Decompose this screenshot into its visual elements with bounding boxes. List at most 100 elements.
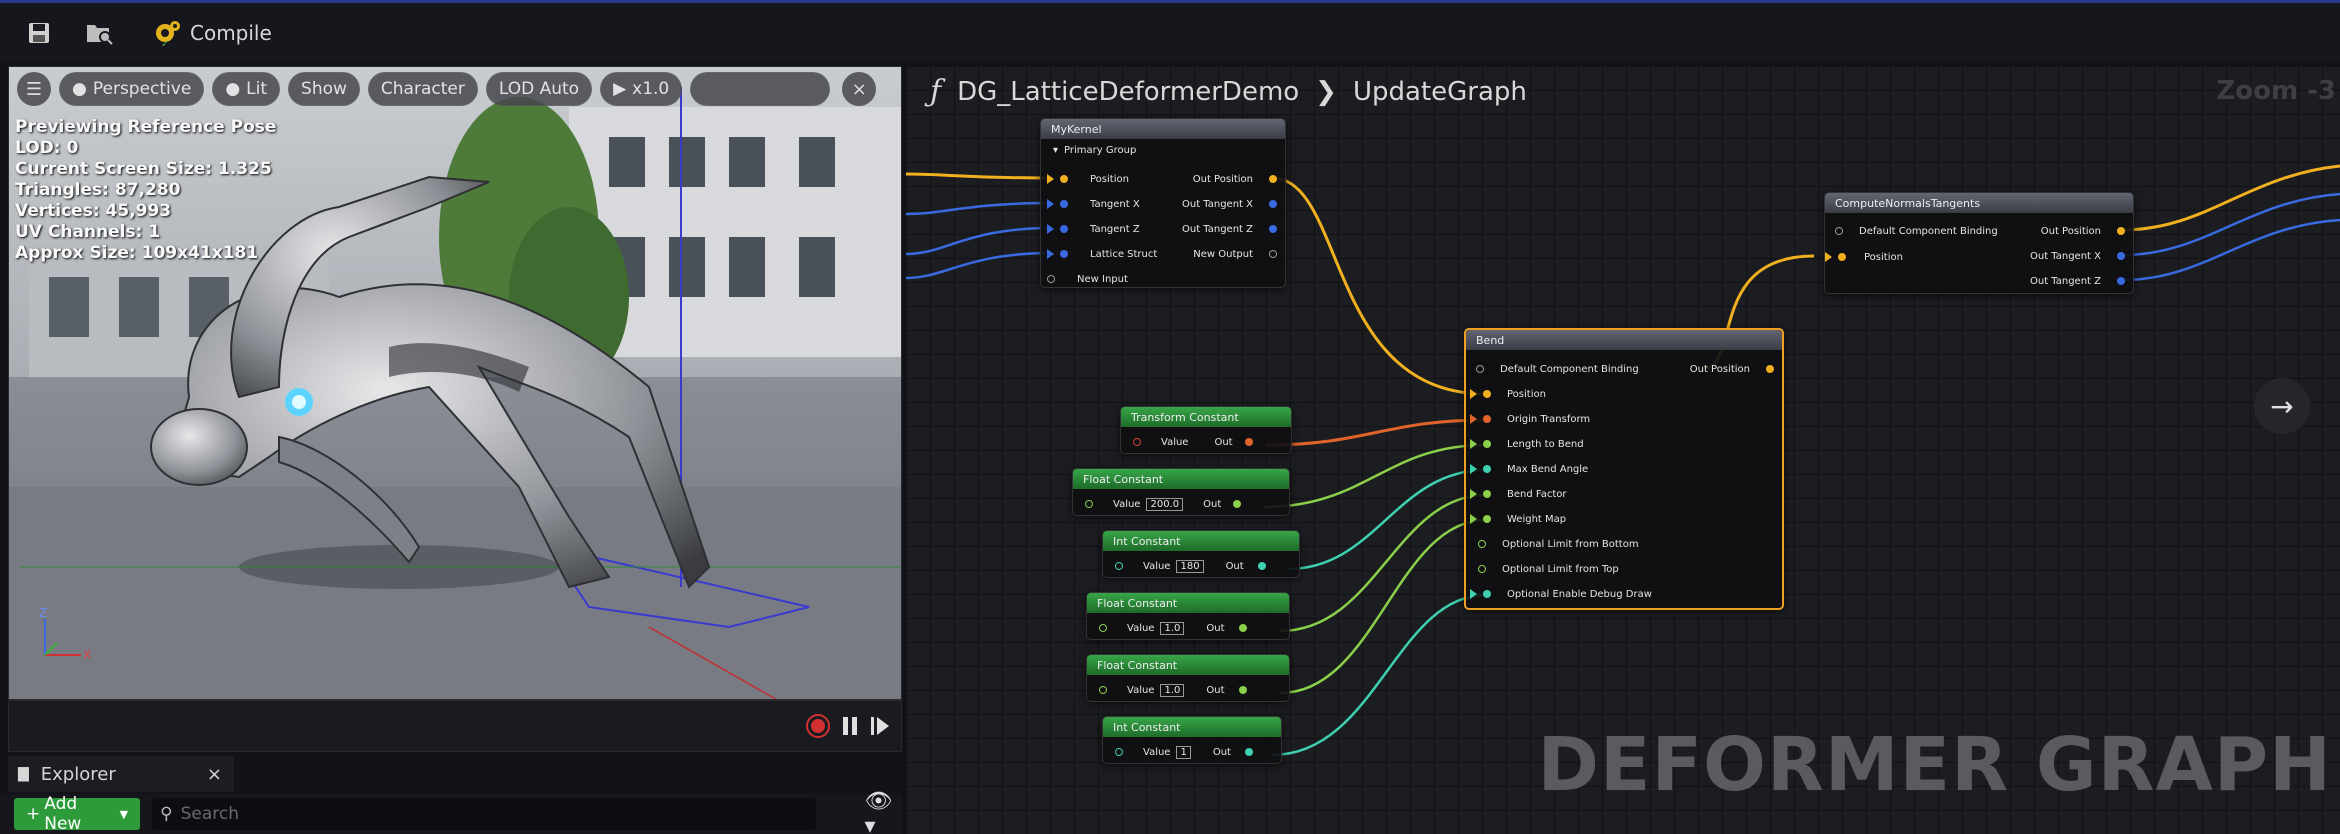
pin-label: Out Tangent Z — [1181, 223, 1253, 235]
input-pin-row[interactable]: Tangent Z — [1047, 222, 1140, 236]
viewport-close-button[interactable]: × — [842, 72, 877, 106]
mykernel-node[interactable]: MyKernel ▾ Primary Group Position Tangen… — [1040, 118, 1286, 288]
input-pin-row[interactable]: New Input — [1047, 272, 1128, 286]
breadcrumb-root[interactable]: DG_LatticeDeformerDemo — [957, 77, 1299, 107]
compile-button[interactable]: ✓ Compile — [142, 14, 282, 52]
int-constant-node[interactable]: Int Constant Value 1 Out — [1102, 716, 1282, 764]
close-icon[interactable]: × — [207, 764, 222, 785]
int-constant-node[interactable]: Int Constant Value 180 Out — [1102, 530, 1300, 578]
viewport-menu-button[interactable]: ☰ — [17, 72, 51, 106]
lod-button[interactable]: LOD Auto — [485, 72, 593, 106]
main-toolbar: ✓ Compile — [0, 0, 2340, 62]
pin-label: Length to Bend — [1507, 438, 1584, 450]
save-icon[interactable] — [22, 16, 56, 50]
value-field[interactable]: 1.0 — [1160, 621, 1185, 635]
input-pin-row[interactable]: Length to Bend — [1470, 437, 1584, 451]
input-pin-row[interactable]: Weight Map — [1470, 512, 1566, 526]
input-pin-row[interactable]: Optional Limit from Top — [1478, 562, 1619, 576]
visibility-icon[interactable]: 👁︎▾ — [864, 789, 902, 834]
menu-icon: ☰ — [25, 78, 43, 100]
value-field[interactable]: 1.0 — [1160, 683, 1185, 697]
pause-button[interactable] — [835, 711, 865, 741]
pin-label: Out Position — [1192, 173, 1253, 185]
camera-icon: ● — [72, 79, 87, 99]
input-pin-row[interactable]: Origin Transform — [1470, 412, 1590, 426]
add-new-label: Add New — [44, 794, 82, 834]
preview-viewport[interactable]: ☰ ● Perspective ● Lit Show Character LOD… — [8, 66, 902, 700]
step-forward-button[interactable] — [865, 711, 895, 741]
pause-icon — [843, 717, 857, 735]
pin-label: New Input — [1077, 273, 1128, 285]
pin-label: Tangent X — [1090, 198, 1140, 210]
input-pin-row[interactable]: Bend Factor — [1470, 487, 1567, 501]
output-pin-row[interactable]: Out Position — [1193, 172, 1277, 186]
pin-label: Default Component Binding — [1500, 363, 1639, 375]
viewport-slider[interactable] — [690, 72, 831, 106]
show-button[interactable]: Show — [288, 72, 360, 106]
add-new-button[interactable]: + Add New ▼ — [14, 794, 141, 834]
pin-label: Max Bend Angle — [1507, 463, 1589, 475]
perspective-label: Perspective — [92, 79, 192, 99]
input-pin-row[interactable]: Max Bend Angle — [1470, 462, 1588, 476]
input-pin-row[interactable]: Tangent X — [1047, 197, 1140, 211]
deformer-graph-panel[interactable]: ƒ DG_LatticeDeformerDemo ❯ UpdateGraph Z… — [906, 66, 2340, 834]
lit-button[interactable]: ● Lit — [212, 72, 281, 106]
playback-speed-button[interactable]: ▶ x1.0 — [600, 72, 683, 106]
character-label: Character — [380, 79, 465, 99]
input-pin-row[interactable]: Default Component Binding — [1835, 224, 1998, 238]
transform-constant-node[interactable]: Transform Constant Value Out — [1120, 406, 1292, 454]
out-label: Out — [1214, 436, 1233, 448]
input-pin-row[interactable]: Optional Enable Debug Draw — [1470, 587, 1652, 601]
pin-label: Tangent Z — [1090, 223, 1140, 235]
out-label: Out — [1206, 684, 1225, 696]
value-field[interactable]: 1 — [1176, 745, 1191, 759]
record-icon — [806, 714, 830, 738]
input-pin-row[interactable]: Position — [1470, 387, 1546, 401]
output-pin-row[interactable]: Out Position — [1690, 362, 1774, 376]
output-pin-row[interactable]: Out Tangent Z — [1182, 222, 1277, 236]
stat-line: Previewing Reference Pose — [15, 117, 277, 137]
output-pin-row[interactable]: Out Tangent X — [2030, 249, 2125, 263]
compute-title: ComputeNormalsTangents — [1825, 193, 2133, 213]
value-field[interactable]: 180 — [1176, 559, 1204, 573]
input-pin-row[interactable]: Default Component Binding — [1476, 362, 1639, 376]
output-pin-row[interactable]: Out Tangent X — [1182, 197, 1277, 211]
out-label: Out — [1206, 622, 1225, 634]
output-pin-row[interactable]: Out Tangent Z — [2030, 274, 2125, 288]
chevron-right-icon: ❯ — [1315, 76, 1337, 107]
explorer-icon: ▇ — [18, 766, 29, 782]
perspective-button[interactable]: ● Perspective — [59, 72, 205, 106]
stat-line: Vertices: 45,993 — [15, 201, 172, 221]
output-pin-row[interactable]: New Output — [1193, 247, 1277, 261]
input-pin-row[interactable]: Position — [1825, 250, 1903, 264]
float-constant-node[interactable]: Float Constant Value 200.0 Out — [1072, 468, 1290, 516]
stat-line: LOD: 0 — [15, 138, 79, 158]
explorer-tab[interactable]: ▇ Explorer × — [8, 756, 234, 792]
input-pin-row[interactable]: Optional Limit from Bottom — [1478, 537, 1639, 551]
compute-normals-node[interactable]: ComputeNormalsTangents Default Component… — [1824, 192, 2134, 294]
value-label: Value — [1161, 436, 1189, 448]
pin-label: Optional Enable Debug Draw — [1507, 588, 1652, 600]
stat-line: UV Channels: 1 — [15, 222, 161, 242]
value-field[interactable]: 200.0 — [1146, 497, 1184, 511]
bend-node[interactable]: Bend Default Component Binding Position … — [1464, 328, 1784, 610]
float-constant-node[interactable]: Float Constant Value 1.0 Out — [1086, 592, 1290, 640]
constant-row: Value 1.0 Out — [1099, 621, 1247, 635]
output-pin-row[interactable]: Out Position — [2041, 224, 2125, 238]
record-button[interactable] — [803, 711, 833, 741]
search-input[interactable]: ⚲ Search — [152, 798, 817, 830]
float-constant-node[interactable]: Float Constant Value 1.0 Out — [1086, 654, 1290, 702]
character-button[interactable]: Character — [367, 72, 478, 106]
pin-label: Bend Factor — [1507, 488, 1567, 500]
breadcrumb-current[interactable]: UpdateGraph — [1353, 77, 1527, 107]
browse-icon[interactable] — [82, 16, 116, 50]
chevron-down-icon: ▼ — [119, 807, 129, 821]
pin-label: Position — [1864, 251, 1903, 263]
function-icon: ƒ — [930, 74, 942, 109]
pin-label: Default Component Binding — [1859, 225, 1998, 237]
constant-title: Transform Constant — [1121, 407, 1291, 427]
input-pin-row[interactable]: Lattice Struct — [1047, 247, 1157, 261]
constant-row: Value 180 Out — [1115, 559, 1266, 573]
navigate-next-button[interactable]: → — [2254, 378, 2310, 434]
input-pin-row[interactable]: Position — [1047, 172, 1129, 186]
